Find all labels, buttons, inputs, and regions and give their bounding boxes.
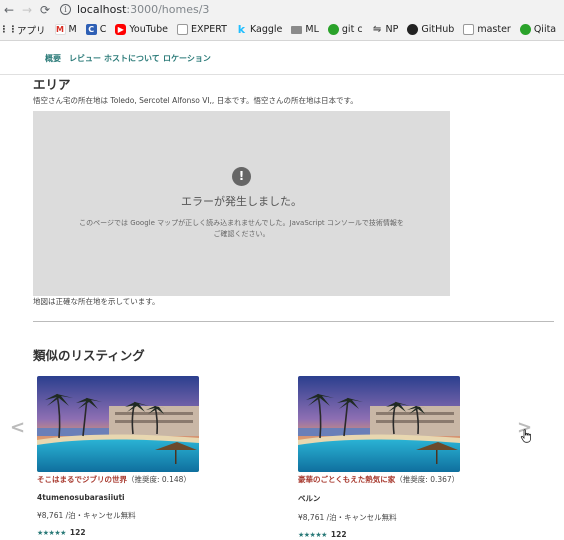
nav-location-link[interactable]: ロケーション bbox=[163, 53, 211, 64]
address-bar[interactable]: i localhost:3000/homes/3 bbox=[60, 3, 209, 16]
listing-card[interactable]: 豪華のごとくもえた熱気に家（推奨度: 0.367） ベルン ¥8,761 /泊・… bbox=[298, 376, 460, 539]
review-count: 122 bbox=[69, 528, 86, 537]
review-count: 122 bbox=[330, 530, 347, 539]
back-button[interactable]: ← bbox=[0, 1, 18, 19]
url-host: localhost bbox=[77, 3, 127, 16]
recommendation-score: （推奨度: 0.367） bbox=[395, 475, 460, 484]
listing-host: 4tumenosubarasiiuti bbox=[37, 493, 125, 502]
bookmark-label: NP bbox=[385, 24, 399, 35]
bookmark-c-icon: C bbox=[85, 24, 97, 35]
listing-subnav: 概要 レビュー ホストについて ロケーション bbox=[0, 41, 564, 75]
browser-toolbar: ← → ⟳ i localhost:3000/homes/3 bbox=[0, 0, 564, 19]
reload-button[interactable]: ⟳ bbox=[36, 1, 54, 19]
listing-title[interactable]: そこはまるでジブリの世界 bbox=[37, 475, 127, 484]
listing-host: ベルン bbox=[298, 494, 321, 503]
error-icon: ! bbox=[232, 167, 251, 186]
bookmark-ml[interactable]: ML bbox=[291, 24, 319, 35]
listing-photo[interactable] bbox=[298, 376, 460, 472]
hand-cursor-icon bbox=[520, 429, 531, 443]
recommendation-score: （推奨度: 0.148） bbox=[127, 475, 191, 484]
gmail-icon: M bbox=[54, 24, 66, 35]
listing-photo[interactable] bbox=[37, 376, 199, 472]
map-note: 地図は正確な所在地を示しています。 bbox=[33, 297, 160, 306]
listing-card[interactable]: そこはまるでジブリの世界（推奨度: 0.148） 4tumenosubarasi… bbox=[37, 376, 199, 537]
apps-icon: ⋮⋮ bbox=[0, 24, 18, 35]
gitc-icon bbox=[327, 24, 339, 35]
bookmark-label: Qiita bbox=[533, 24, 557, 35]
listing-rating: ★★★★★ 122 bbox=[37, 528, 199, 537]
nav-overview-link[interactable]: 概要 bbox=[45, 53, 61, 64]
qiita-icon bbox=[519, 24, 531, 35]
bookmark-label: Kaggle bbox=[249, 24, 283, 35]
star-rating-icon: ★★★★★ bbox=[37, 528, 66, 537]
bookmark-アプリ[interactable]: ⋮⋮ アプリ bbox=[0, 23, 46, 37]
map-error-message: このページでは Google マップが正しく読み込まれませんでした。JavaSc… bbox=[79, 219, 404, 238]
kaggle-icon: k bbox=[237, 23, 246, 36]
listing-title-line: 豪華のごとくもえた熱気に家（推奨度: 0.367） bbox=[298, 474, 460, 485]
nav-reviews-link[interactable]: レビュー bbox=[69, 53, 101, 64]
bookmark-label: master bbox=[477, 24, 511, 35]
url-path: :3000/homes/3 bbox=[126, 3, 210, 16]
page-icon bbox=[463, 24, 475, 35]
bookmark-label: M bbox=[68, 24, 77, 35]
bookmark-label: GitHub bbox=[421, 24, 455, 35]
bookmark-label: アプリ bbox=[17, 25, 46, 37]
page-icon bbox=[177, 24, 188, 35]
star-rating-icon: ★★★★★ bbox=[298, 530, 327, 539]
bookmark-github[interactable]: GitHub bbox=[407, 24, 454, 35]
folder-icon bbox=[291, 25, 303, 34]
bookmark-label: C bbox=[99, 24, 107, 35]
youtube-icon: ▶ bbox=[115, 24, 127, 35]
bookmark-expert[interactable]: EXPERT bbox=[177, 24, 227, 35]
bookmarks-bar: ⋮⋮ アプリ M M C C ▶ YouTube EXPERT k Kaggle ML git c ⇋ NP… bbox=[0, 19, 564, 41]
bookmark-master[interactable]: master bbox=[463, 24, 511, 35]
bookmark-youtube[interactable]: ▶ YouTube bbox=[115, 24, 168, 35]
github-icon bbox=[407, 24, 419, 35]
bookmark-label: git c bbox=[341, 24, 363, 35]
bookmark-np[interactable]: ⇋ NP bbox=[372, 24, 399, 35]
carousel-prev-button[interactable]: < bbox=[10, 417, 25, 438]
bookmark-kaggle[interactable]: k Kaggle bbox=[236, 23, 283, 36]
map-error-title: エラーが発生しました。 bbox=[181, 195, 302, 208]
listing-rating: ★★★★★ 122 bbox=[298, 530, 460, 539]
area-description: 悟空さん宅の所在地は Toledo, Sercotel Alfonso VI,,… bbox=[33, 96, 358, 105]
bookmark-qiita[interactable]: Qiita bbox=[519, 24, 557, 35]
bookmark-c[interactable]: CC bbox=[85, 24, 107, 35]
bookmark-git-c[interactable]: git c bbox=[327, 24, 363, 35]
np-icon: ⇋ bbox=[372, 24, 382, 35]
area-heading: エリア bbox=[33, 77, 71, 92]
listing-price: ¥8,761 /泊・キャンセル無料 bbox=[298, 513, 397, 522]
section-divider bbox=[33, 321, 554, 322]
nav-host-link[interactable]: ホストについて bbox=[104, 53, 160, 64]
map-container[interactable]: ! エラーが発生しました。 このページでは Google マップが正しく読み込ま… bbox=[33, 111, 450, 296]
listing-title-line: そこはまるでジブリの世界（推奨度: 0.148） bbox=[37, 474, 199, 485]
bookmark-m[interactable]: MM bbox=[54, 24, 77, 35]
forward-button[interactable]: → bbox=[18, 1, 36, 19]
similar-listings-heading: 類似のリスティング bbox=[33, 348, 145, 363]
listing-title[interactable]: 豪華のごとくもえた熱気に家 bbox=[298, 475, 395, 484]
listing-price: ¥8,761 /泊・キャンセル無料 bbox=[37, 511, 136, 520]
info-icon[interactable]: i bbox=[60, 4, 71, 15]
bookmark-label: ML bbox=[305, 24, 319, 35]
bookmark-label: YouTube bbox=[129, 24, 168, 35]
bookmark-label: EXPERT bbox=[191, 24, 227, 35]
